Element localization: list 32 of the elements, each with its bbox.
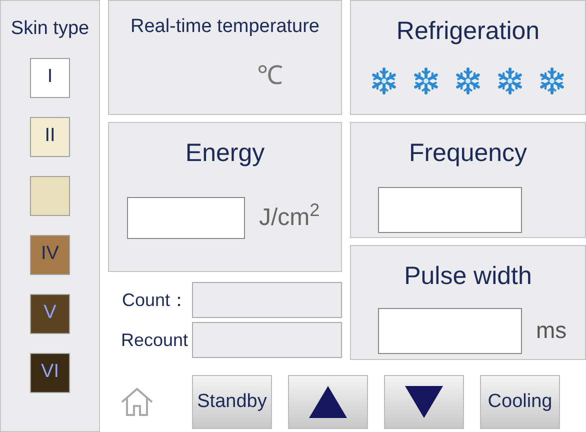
skin-type-button[interactable]: II <box>30 116 70 156</box>
frequency-input-field[interactable] <box>378 186 522 232</box>
increase-button[interactable] <box>288 375 368 429</box>
unit-label: ℃ <box>257 58 283 92</box>
up-triangle-icon <box>308 385 348 419</box>
panel-title: Pulse width <box>404 261 532 292</box>
decrease-button[interactable] <box>384 375 464 429</box>
unit-label: J/cm$^{2}$ <box>259 200 320 232</box>
snowflake-icon <box>496 66 524 94</box>
home-icon[interactable] <box>120 387 154 417</box>
skin-type-button[interactable] <box>30 176 70 216</box>
energy-input-field[interactable] <box>127 196 245 238</box>
skin-type-button[interactable]: VI <box>30 352 70 392</box>
counter-label: Count： <box>120 288 189 312</box>
down-triangle-icon <box>404 385 444 419</box>
skin-type-button[interactable]: V <box>30 294 70 334</box>
action-button[interactable]: Cooling <box>480 375 560 429</box>
unit-label: ms <box>536 316 567 346</box>
counter-label: Recount <box>120 328 189 352</box>
panel-title: Real-time temperature <box>130 15 320 39</box>
snowflake-icon <box>538 66 566 94</box>
panel-title: Skin type <box>10 17 90 41</box>
action-button[interactable]: Standby <box>192 375 272 429</box>
pulse-width-input-field[interactable] <box>378 308 522 354</box>
snowflake-icon <box>370 66 398 94</box>
snowflake-icon <box>412 66 440 94</box>
skin-type-button[interactable]: I <box>30 58 70 98</box>
panel-title: Energy <box>185 138 265 169</box>
snowflake-icon <box>454 66 482 94</box>
panel-title: Refrigeration <box>396 16 540 47</box>
panel-title: Frequency <box>408 138 528 169</box>
skin-type-button[interactable]: IV <box>30 234 70 274</box>
